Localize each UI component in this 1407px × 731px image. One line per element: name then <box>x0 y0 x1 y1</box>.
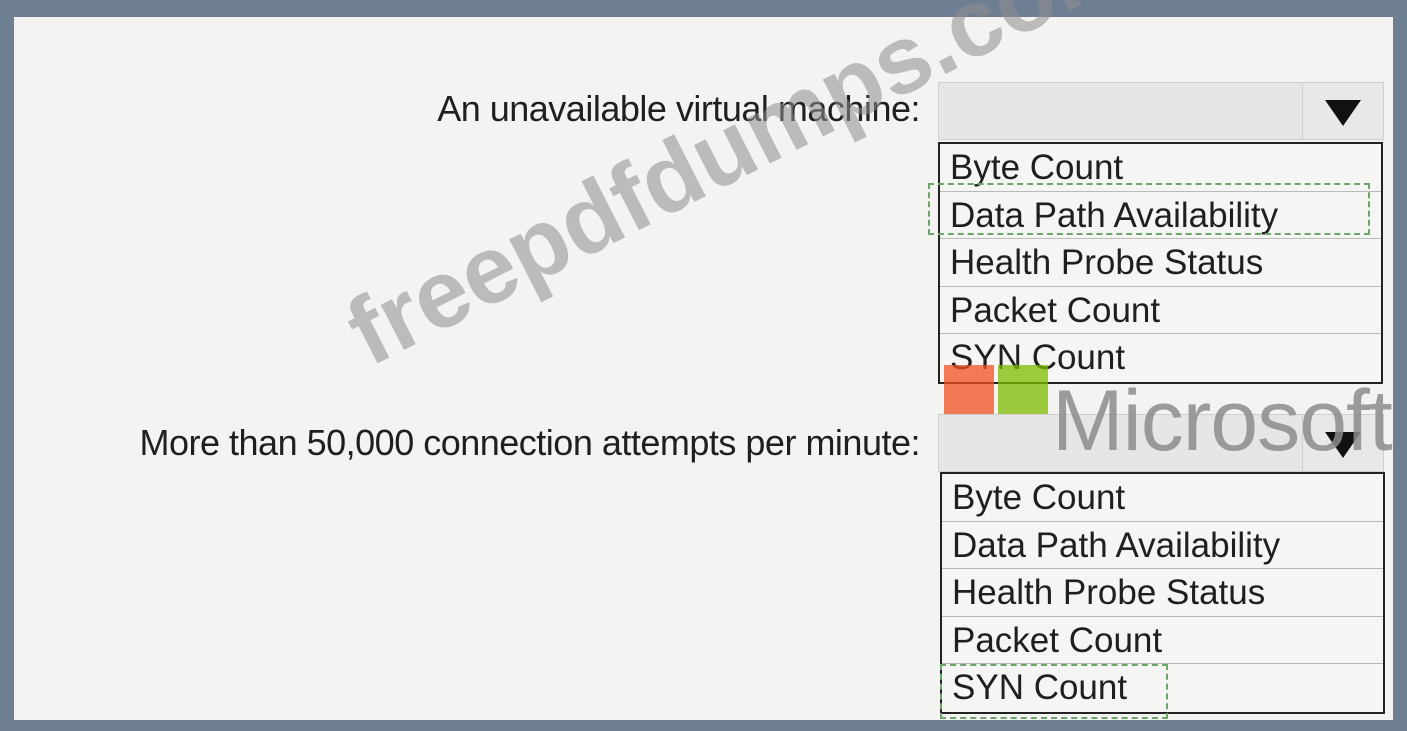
option-packet-count[interactable]: Packet Count <box>942 617 1383 665</box>
question-2-options-list: Byte Count Data Path Availability Health… <box>940 472 1385 714</box>
option-syn-count[interactable]: SYN Count <box>942 664 1383 712</box>
option-byte-count[interactable]: Byte Count <box>940 144 1381 192</box>
question-1-options-list: Byte Count Data Path Availability Health… <box>938 142 1383 384</box>
option-packet-count[interactable]: Packet Count <box>940 287 1381 335</box>
option-data-path-availability[interactable]: Data Path Availability <box>940 192 1381 240</box>
option-health-probe-status[interactable]: Health Probe Status <box>940 239 1381 287</box>
logo-square-green <box>998 365 1048 415</box>
option-byte-count[interactable]: Byte Count <box>942 474 1383 522</box>
chevron-down-icon <box>1325 100 1361 126</box>
option-data-path-availability[interactable]: Data Path Availability <box>942 522 1383 570</box>
question-1-dropdown-button[interactable] <box>1302 83 1383 139</box>
question-2-label: More than 50,000 connection attempts per… <box>139 422 921 463</box>
option-health-probe-status[interactable]: Health Probe Status <box>942 569 1383 617</box>
question-1-dropdown[interactable] <box>938 82 1384 140</box>
logo-square-red <box>944 365 994 415</box>
microsoft-wordmark: Microsoft <box>1052 373 1393 469</box>
